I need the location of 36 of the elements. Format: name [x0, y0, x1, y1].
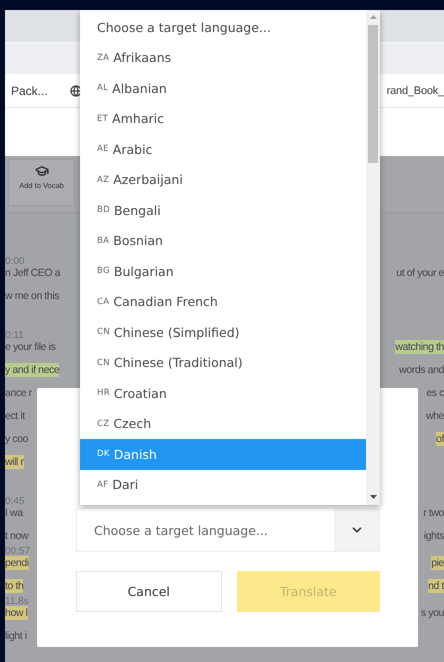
transcript-text: ance r — [5, 386, 32, 400]
transcript-text: es c — [426, 386, 444, 400]
transcript-text: ut of your e — [396, 266, 444, 280]
language-select[interactable]: Choose a target language... — [76, 508, 380, 552]
transcript-text: w me on this — [5, 288, 60, 302]
transcript-text: ights — [424, 528, 444, 542]
highlighted-transcript-text: to th — [5, 578, 24, 592]
transcript-text: light i — [5, 628, 27, 642]
highlighted-transcript-text: nd t — [428, 578, 444, 592]
transcript-text: ect it — [5, 408, 25, 422]
scrollbar-thumb[interactable] — [368, 25, 378, 163]
transcript-text: e your file is — [5, 340, 56, 354]
highlighted-transcript-text: how l — [5, 606, 28, 620]
language-option[interactable]: AF Dari — [80, 470, 366, 500]
highlighted-transcript-text: pie — [431, 556, 444, 570]
transcript-text: y coo — [5, 432, 28, 446]
bookmark-link[interactable]: Pack... — [11, 84, 48, 98]
transcript-text: s you — [420, 606, 444, 620]
highlighted-transcript-text: will r — [5, 454, 24, 468]
graduation-cap-icon — [34, 164, 48, 178]
transcript-text: I wa — [5, 506, 23, 520]
globe-icon[interactable] — [70, 84, 82, 96]
cancel-button[interactable]: Cancel — [76, 571, 222, 612]
scroll-down-icon[interactable] — [370, 495, 376, 499]
scroll-up-icon[interactable] — [370, 15, 376, 19]
highlighted-transcript-text: pendi — [5, 556, 29, 570]
transcript-text: t now — [5, 528, 28, 542]
transcript-text: n Jeff CEO a — [5, 266, 60, 280]
transcript-text: words and — [399, 362, 444, 376]
highlighted-transcript-text: watching th — [395, 340, 444, 354]
highlighted-transcript-text: of — [436, 432, 444, 446]
scrollbar[interactable] — [366, 10, 380, 505]
transcript-text: r two — [423, 506, 444, 520]
bookmark-link[interactable]: rand_Book_ — [386, 84, 444, 96]
transcript-text: whe — [426, 408, 444, 422]
highlighted-transcript-text: y and if nece — [5, 362, 60, 376]
